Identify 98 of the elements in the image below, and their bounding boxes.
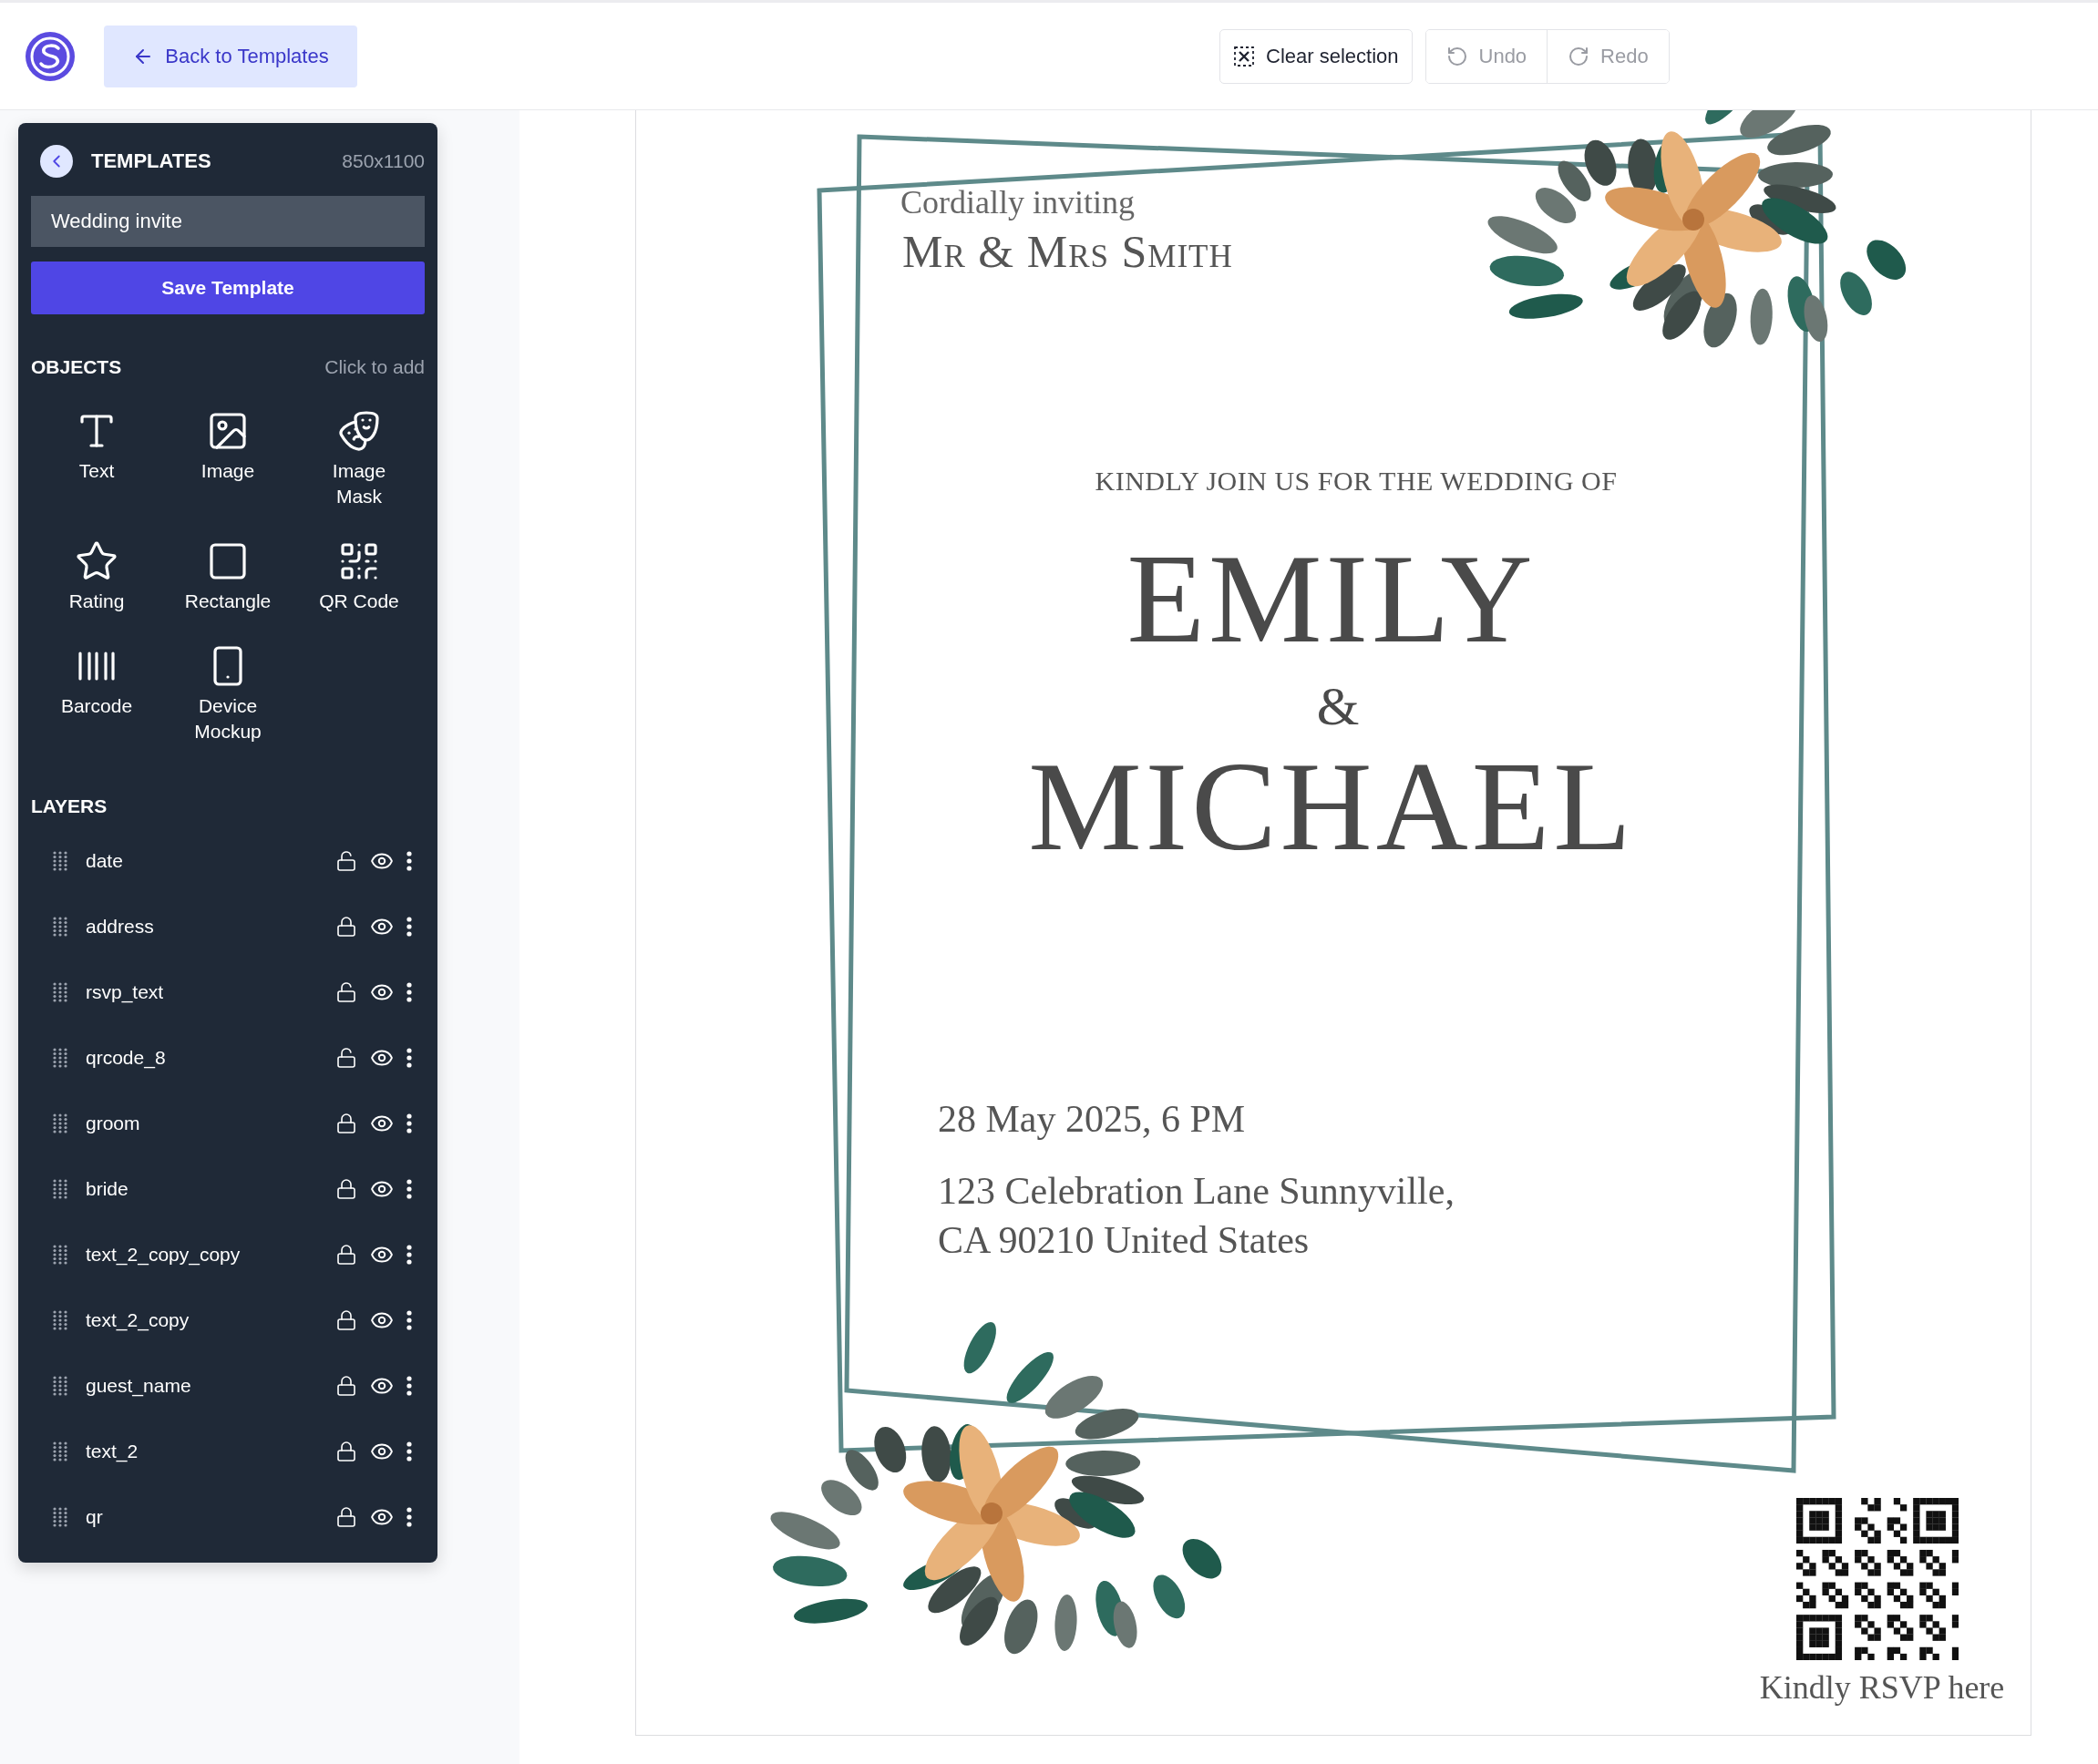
lock-icon [335,1113,357,1134]
drag-handle-icon[interactable] [53,1113,67,1133]
object-tool-button[interactable]: Text [31,409,162,509]
lock-icon [335,1506,357,1528]
more-icon [406,1376,412,1396]
more-icon [406,1113,412,1133]
lock-toggle-button[interactable] [335,1309,357,1331]
layer-name[interactable]: text_2 [86,1441,323,1462]
drag-handle-icon[interactable] [53,1310,67,1330]
section-title: LAYERS [31,795,108,816]
date-text: 28 May 2025, 6 PM [938,1097,1246,1142]
lock-toggle-button[interactable] [335,1047,357,1069]
theater-masks-icon [337,409,381,453]
collapse-button[interactable] [40,145,73,178]
layer-name[interactable]: address [86,916,323,938]
logo-icon[interactable] [24,29,77,83]
layer-name[interactable]: rsvp_text [86,981,323,1003]
lock-toggle-button[interactable] [335,1441,357,1462]
panel-title: TEMPLATES [91,149,212,173]
lock-icon [335,1441,357,1462]
layer-name[interactable]: bride [86,1178,323,1200]
more-options-button[interactable] [406,982,412,1002]
undo-icon [1445,45,1468,67]
drag-handle-icon[interactable] [53,1179,67,1199]
groom-name-text: MICHAEL [1028,743,1635,870]
lock-toggle-button[interactable] [335,981,357,1003]
hint-text: Click to add [324,356,425,378]
lock-icon [335,1309,357,1331]
heading-text: KINDLY JOIN US FOR THE WEDDING OF [1095,465,1618,497]
layer-name[interactable]: text_2_copy [86,1309,323,1331]
lock-toggle-button[interactable] [335,1178,357,1200]
redo-icon [1568,45,1590,67]
layer-name[interactable]: groom [86,1113,323,1134]
lock-toggle-button[interactable] [335,1506,357,1528]
lock-icon [335,1178,357,1200]
lock-icon [335,1375,357,1397]
more-icon [406,1048,412,1068]
more-icon [406,917,412,937]
more-options-button[interactable] [406,1507,412,1527]
more-options-button[interactable] [406,1376,412,1396]
address-text: 123 Celebration Lane Sunnyville, CA 90210 United States [938,1169,1455,1263]
more-options-button[interactable] [406,1179,412,1199]
more-options-button[interactable] [406,1245,412,1265]
object-tool-button[interactable]: QR Code [293,539,425,614]
clear-selection-button[interactable]: Clear selection [1219,28,1413,84]
drag-handle-icon[interactable] [53,1245,67,1265]
object-tool-button[interactable]: Image [162,409,293,509]
drag-handle-icon[interactable] [53,1376,67,1396]
canvas-size-text: 850x1100 [342,150,425,172]
lock-toggle-button[interactable] [335,850,357,872]
layer-name[interactable]: qrcode_8 [86,1047,323,1069]
drag-handle-icon[interactable] [53,917,67,937]
drag-handle-icon[interactable] [53,982,67,1002]
more-icon [406,982,412,1002]
more-options-button[interactable] [406,1048,412,1068]
drag-handle-icon[interactable] [53,851,67,871]
layer-name[interactable]: guest_name [86,1375,323,1397]
back-to-templates-button[interactable]: Back to Templates [104,25,357,87]
ampersand-text: & [1316,675,1360,738]
layer-name[interactable]: text_2_copy_copy [86,1244,323,1266]
unlocked-icon [335,1047,357,1069]
more-icon [406,851,412,871]
object-tool-button[interactable]: Rectangle [162,539,293,614]
more-options-button[interactable] [406,917,412,937]
object-tool-button[interactable]: Rating [31,539,162,614]
drag-handle-icon[interactable] [53,1441,67,1461]
object-tool-button[interactable]: Device Mockup [162,644,293,744]
more-options-button[interactable] [406,1113,412,1133]
unlocked-icon [335,981,357,1003]
lock-toggle-button[interactable] [335,1113,357,1134]
layer-name[interactable]: date [86,850,323,872]
unlocked-icon [335,850,357,872]
greeting-text: Cordially inviting [900,183,1135,222]
more-icon [406,1245,412,1265]
more-icon [406,1179,412,1199]
lock-toggle-button[interactable] [335,1244,357,1266]
bride-name-text: EMILY [1126,535,1537,662]
lock-icon [335,1244,357,1266]
more-icon [406,1310,412,1330]
more-icon [406,1441,412,1461]
more-options-button[interactable] [406,1310,412,1330]
clear-selection-icon [1233,45,1255,67]
guest-name-text: Mr & Mrs Smith [902,225,1233,279]
object-tool-button[interactable]: Barcode [31,644,162,744]
lock-toggle-button[interactable] [335,1375,357,1397]
template-name-field[interactable]: Wedding invite [31,196,425,247]
layer-name[interactable]: qr [86,1506,323,1528]
object-tool-button[interactable]: Image Mask [293,409,425,509]
more-options-button[interactable] [406,1441,412,1461]
more-options-button[interactable] [406,851,412,871]
drag-handle-icon[interactable] [53,1048,67,1068]
more-icon [406,1507,412,1527]
save-template-button[interactable]: Save Template [31,262,425,314]
drag-handle-icon[interactable] [53,1507,67,1527]
rsvp-text: Kindly RSVP here [1759,1668,2005,1708]
section-title: OBJECTS [31,356,122,378]
lock-toggle-button[interactable] [335,916,357,938]
lock-icon [335,916,357,938]
